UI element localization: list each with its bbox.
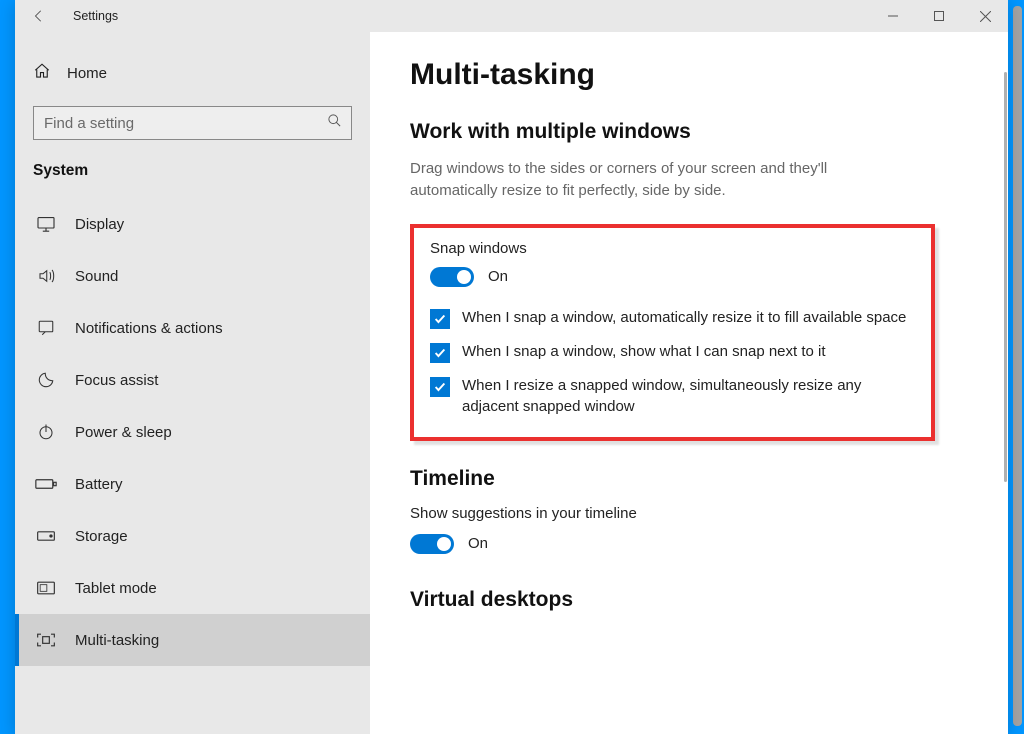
timeline-suggestions-label: Show suggestions in your timeline (410, 505, 968, 522)
search-icon (327, 113, 342, 133)
maximize-button[interactable] (916, 0, 962, 32)
tablet-icon (35, 580, 57, 596)
sidebar-item-label: Multi-tasking (75, 632, 159, 649)
section-heading-timeline: Timeline (410, 467, 968, 491)
settings-window: Settings Home System (15, 0, 1008, 734)
sidebar-item-storage[interactable]: Storage (15, 510, 370, 562)
window-controls (870, 0, 1008, 32)
content-scrollbar[interactable] (1004, 72, 1007, 482)
snap-resize-fill-label: When I snap a window, automatically resi… (462, 307, 906, 328)
sidebar-item-display[interactable]: Display (15, 198, 370, 250)
sound-icon (35, 267, 57, 285)
section-heading-windows: Work with multiple windows (410, 120, 968, 144)
sidebar-item-tablet-mode[interactable]: Tablet mode (15, 562, 370, 614)
snap-resize-adjacent-checkbox[interactable] (430, 377, 450, 397)
snap-resize-fill-checkbox[interactable] (430, 309, 450, 329)
snap-windows-toggle[interactable] (430, 267, 474, 287)
nav-category: System (15, 162, 370, 198)
timeline-suggestions-toggle[interactable] (410, 534, 454, 554)
sidebar-item-power-sleep[interactable]: Power & sleep (15, 406, 370, 458)
home-icon (33, 62, 51, 84)
snap-resize-adjacent-label: When I resize a snapped window, simultan… (462, 375, 910, 417)
sidebar-item-multitasking[interactable]: Multi-tasking (15, 614, 370, 666)
sidebar-item-label: Battery (75, 476, 123, 493)
close-button[interactable] (962, 0, 1008, 32)
display-icon (35, 216, 57, 232)
home-link[interactable]: Home (15, 54, 370, 92)
snap-show-next-label: When I snap a window, show what I can sn… (462, 341, 826, 362)
power-icon (35, 423, 57, 441)
timeline-toggle-state: On (468, 535, 488, 552)
back-button[interactable] (15, 9, 63, 23)
section-desc: Drag windows to the sides or corners of … (410, 158, 910, 202)
titlebar: Settings (15, 0, 1008, 32)
snap-windows-label: Snap windows (430, 240, 915, 257)
snap-show-next-checkbox[interactable] (430, 343, 450, 363)
sidebar-item-label: Tablet mode (75, 580, 157, 597)
window-title: Settings (73, 9, 118, 23)
sidebar-item-label: Notifications & actions (75, 320, 223, 337)
sidebar-item-focus-assist[interactable]: Focus assist (15, 354, 370, 406)
minimize-button[interactable] (870, 0, 916, 32)
highlight-box: Snap windows On When I snap a window, au… (410, 224, 935, 441)
sidebar-item-notifications[interactable]: Notifications & actions (15, 302, 370, 354)
sidebar-item-label: Focus assist (75, 372, 158, 389)
sidebar-item-label: Storage (75, 528, 128, 545)
battery-icon (35, 477, 57, 491)
home-label: Home (67, 65, 107, 82)
snap-windows-state: On (488, 268, 508, 285)
page-scrollbar[interactable] (1013, 6, 1022, 726)
sidebar-item-battery[interactable]: Battery (15, 458, 370, 510)
sidebar-item-label: Display (75, 216, 124, 233)
page-title: Multi-tasking (410, 58, 968, 92)
sidebar-item-label: Sound (75, 268, 118, 285)
search-input[interactable] (33, 106, 352, 140)
sidebar-item-label: Power & sleep (75, 424, 172, 441)
storage-icon (35, 529, 57, 543)
nav-list: Display Sound Notifications & actions Fo… (15, 198, 370, 666)
section-heading-virtual-desktops: Virtual desktops (410, 588, 968, 612)
content: Multi-tasking Work with multiple windows… (370, 32, 1008, 734)
sidebar-item-sound[interactable]: Sound (15, 250, 370, 302)
notifications-icon (35, 319, 57, 337)
sidebar: Home System Display Sound (15, 32, 370, 734)
multitasking-icon (35, 632, 57, 648)
focus-assist-icon (35, 371, 57, 389)
